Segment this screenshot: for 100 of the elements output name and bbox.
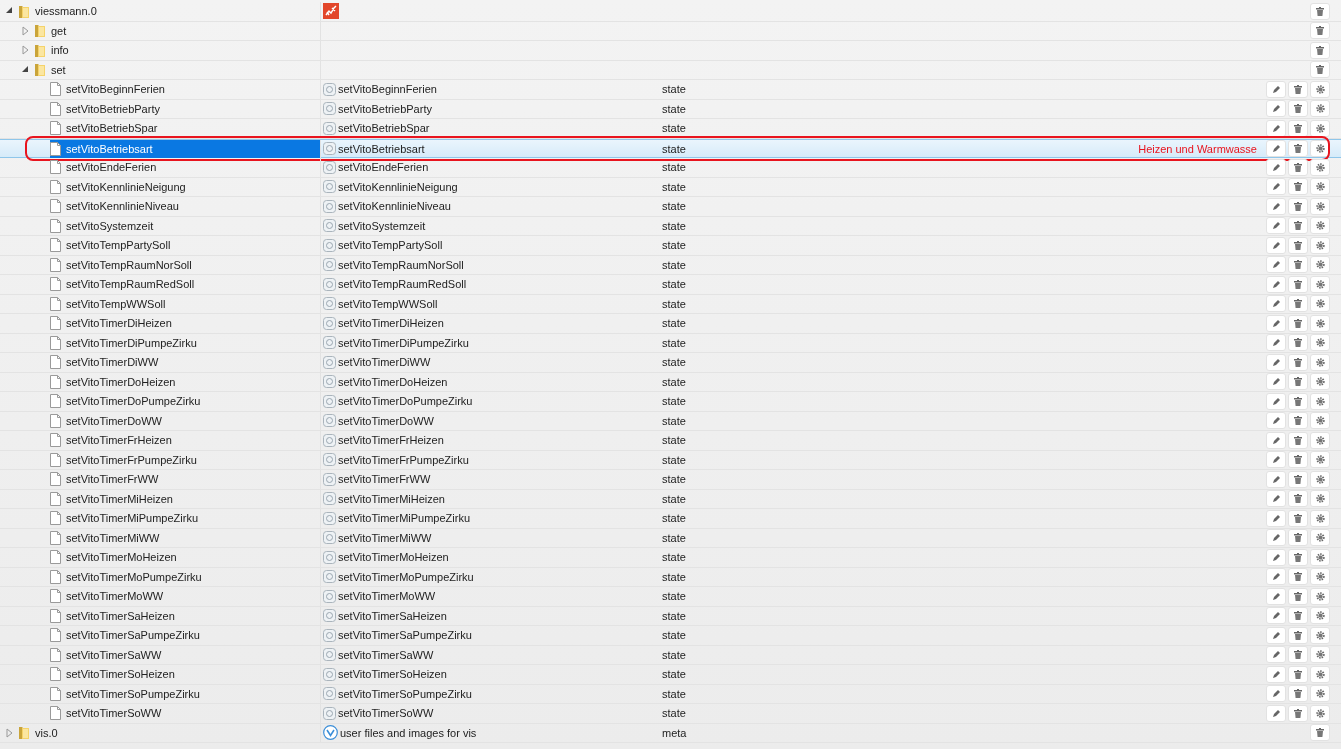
delete-button[interactable] [1288,217,1308,235]
tree-row[interactable]: vis.0 user files and images for vis meta [0,723,1341,743]
tree-row[interactable]: setVitoBetriebParty setVitoBetriebParty state [0,99,1341,119]
tree-row[interactable]: setVitoTimerMoHeizen setVitoTimerMoHeizen state [0,548,1341,568]
edit-button[interactable] [1266,451,1286,469]
tree-row[interactable]: setVitoTimerSoHeizen setVitoTimerSoHeizen state [0,665,1341,685]
tree-row[interactable]: info [0,41,1341,61]
settings-button[interactable] [1310,646,1330,664]
edit-button[interactable] [1266,490,1286,508]
delete-button[interactable] [1288,100,1308,118]
settings-button[interactable] [1310,119,1330,137]
expand-toggle[interactable] [20,45,30,56]
edit-button[interactable] [1266,529,1286,547]
delete-button[interactable] [1288,607,1308,625]
settings-button[interactable] [1310,412,1330,430]
settings-button[interactable] [1310,451,1330,469]
expand-toggle[interactable] [20,25,30,36]
edit-button[interactable] [1266,568,1286,586]
settings-button[interactable] [1310,217,1330,235]
edit-button[interactable] [1266,295,1286,313]
tree-row[interactable]: viessmann.0 [0,2,1341,22]
tree-row[interactable]: setVitoTempRaumNorSoll setVitoTempRaumNorSoll state [0,255,1341,275]
edit-button[interactable] [1266,275,1286,293]
tree-row[interactable]: setVitoTimerSoWW setVitoTimerSoWW state [0,704,1341,724]
edit-button[interactable] [1266,140,1286,157]
delete-button[interactable] [1288,568,1308,586]
tree-row[interactable]: setVitoTempRaumRedSoll setVitoTempRaumRedSoll state [0,275,1341,295]
tree-row[interactable]: set [0,60,1341,80]
edit-button[interactable] [1266,314,1286,332]
settings-button[interactable] [1310,509,1330,527]
delete-button[interactable] [1288,178,1308,196]
tree-row[interactable]: setVitoTimerDoWW setVitoTimerDoWW state [0,411,1341,431]
tree-row[interactable]: setVitoTimerDiWW setVitoTimerDiWW state [0,353,1341,373]
delete-button[interactable] [1288,509,1308,527]
edit-button[interactable] [1266,158,1286,176]
edit-button[interactable] [1266,236,1286,254]
edit-button[interactable] [1266,626,1286,644]
edit-button[interactable] [1266,256,1286,274]
settings-button[interactable] [1310,490,1330,508]
tree-row[interactable]: setVitoSystemzeit setVitoSystemzeit state [0,216,1341,236]
edit-button[interactable] [1266,353,1286,371]
tree-row[interactable]: get [0,21,1341,41]
tree-row[interactable]: setVitoTimerSaWW setVitoTimerSaWW state [0,645,1341,665]
delete-button[interactable] [1288,334,1308,352]
delete-button[interactable] [1288,140,1308,157]
settings-button[interactable] [1310,236,1330,254]
delete-button[interactable] [1288,451,1308,469]
expand-toggle[interactable] [4,727,14,738]
delete-button[interactable] [1288,587,1308,605]
edit-button[interactable] [1266,412,1286,430]
edit-button[interactable] [1266,665,1286,683]
delete-button[interactable] [1288,275,1308,293]
delete-button[interactable] [1288,490,1308,508]
edit-button[interactable] [1266,100,1286,118]
delete-button[interactable] [1288,665,1308,683]
edit-button[interactable] [1266,334,1286,352]
edit-button[interactable] [1266,646,1286,664]
edit-button[interactable] [1266,587,1286,605]
delete-button[interactable] [1288,470,1308,488]
edit-button[interactable] [1266,197,1286,215]
tree-row[interactable]: setVitoBeginnFerien setVitoBeginnFerien state [0,80,1341,100]
settings-button[interactable] [1310,548,1330,566]
edit-button[interactable] [1266,548,1286,566]
delete-button[interactable] [1288,314,1308,332]
settings-button[interactable] [1310,256,1330,274]
settings-button[interactable] [1310,529,1330,547]
settings-button[interactable] [1310,353,1330,371]
tree-row[interactable]: setVitoEndeFerien setVitoEndeFerien state [0,158,1341,178]
tree-row[interactable]: setVitoBetriebsart setVitoBetriebsart state Heizen und Warmwasse [0,138,1341,158]
delete-button[interactable] [1288,548,1308,566]
edit-button[interactable] [1266,704,1286,722]
delete-button[interactable] [1310,41,1330,59]
tree-row[interactable]: setVitoTempPartySoll setVitoTempPartySoll state [0,236,1341,256]
settings-button[interactable] [1310,704,1330,722]
tree-row[interactable]: setVitoKennlinieNiveau setVitoKennlinieNiveau state [0,197,1341,217]
tree-row[interactable]: setVitoTimerMiHeizen setVitoTimerMiHeizen state [0,489,1341,509]
tree-row[interactable]: setVitoTimerSaHeizen setVitoTimerSaHeizen state [0,606,1341,626]
tree-row[interactable]: setVitoTimerMoPumpeZirku setVitoTimerMoPumpeZirku state [0,567,1341,587]
delete-button[interactable] [1288,236,1308,254]
edit-button[interactable] [1266,470,1286,488]
delete-button[interactable] [1288,646,1308,664]
tree-row[interactable]: setVitoTimerDoHeizen setVitoTimerDoHeizen state [0,372,1341,392]
delete-button[interactable] [1288,373,1308,391]
tree-row[interactable]: setVitoBetriebSpar setVitoBetriebSpar state [0,119,1341,139]
delete-button[interactable] [1288,685,1308,703]
delete-button[interactable] [1288,353,1308,371]
delete-button[interactable] [1288,529,1308,547]
settings-button[interactable] [1310,392,1330,410]
settings-button[interactable] [1310,197,1330,215]
tree-row[interactable]: setVitoTimerSaPumpeZirku setVitoTimerSaPumpeZirku state [0,626,1341,646]
delete-button[interactable] [1288,626,1308,644]
settings-button[interactable] [1310,140,1330,157]
delete-button[interactable] [1288,431,1308,449]
settings-button[interactable] [1310,275,1330,293]
edit-button[interactable] [1266,217,1286,235]
edit-button[interactable] [1266,373,1286,391]
tree-row[interactable]: setVitoKennlinieNeigung setVitoKennlinieNeigung state [0,177,1341,197]
tree-row[interactable]: setVitoTimerDiPumpeZirku setVitoTimerDiPumpeZirku state [0,333,1341,353]
edit-button[interactable] [1266,178,1286,196]
settings-button[interactable] [1310,607,1330,625]
